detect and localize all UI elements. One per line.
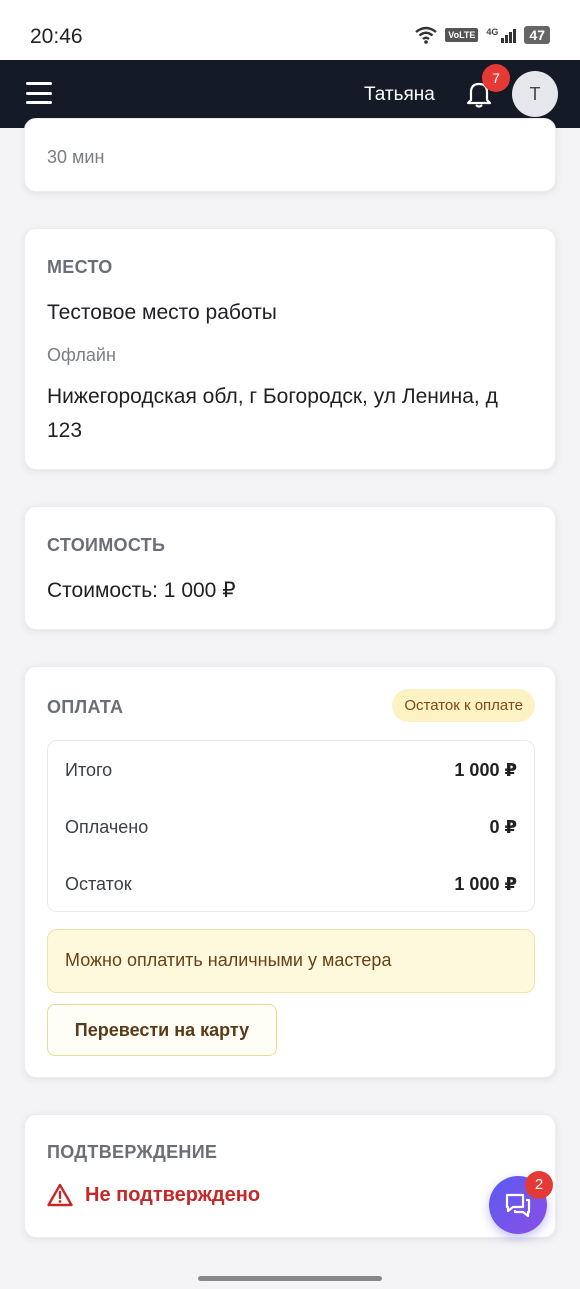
confirmation-status: Не подтверждено	[47, 1183, 260, 1207]
place-name: Тестовое место работы	[47, 301, 277, 324]
transfer-to-card-button[interactable]: Перевести на карту	[47, 1004, 277, 1056]
summary-row-paid: Оплачено 0 ₽	[65, 817, 517, 841]
payment-status-badge: Остаток к оплате	[392, 689, 535, 722]
price-card: СТОИМОСТЬ Стоимость: 1 000 ₽	[24, 506, 556, 630]
summary-row-total: Итого 1 000 ₽	[65, 760, 517, 784]
place-mode: Офлайн	[47, 345, 116, 365]
network-type: 4G	[486, 27, 499, 37]
duration-value: 30 мин	[47, 147, 105, 167]
confirmation-card: ПОДТВЕРЖДЕНИЕ Не подтверждено	[24, 1114, 556, 1238]
confirmation-section-title: ПОДТВЕРЖДЕНИЕ	[47, 1142, 218, 1162]
place-section-title: МЕСТО	[47, 257, 113, 277]
summary-value: 1 000 ₽	[454, 874, 517, 894]
status-icons: VoLTE 4G 47	[415, 26, 550, 44]
summary-value: 0 ₽	[489, 817, 517, 837]
payment-card: ОПЛАТА Остаток к оплате Итого 1 000 ₽ Оп…	[24, 666, 556, 1078]
status-time: 20:46	[30, 25, 83, 48]
notifications-badge: 7	[482, 64, 510, 92]
wifi-icon	[415, 26, 437, 44]
signal-icon: 4G	[486, 27, 517, 43]
summary-label: Оплачено	[65, 817, 149, 837]
summary-value: 1 000 ₽	[454, 760, 517, 780]
payment-section-title: ОПЛАТА	[47, 697, 124, 717]
summary-row-remaining: Остаток 1 000 ₽	[65, 874, 517, 898]
summary-label: Итого	[65, 760, 113, 780]
place-address: Нижегородская обл, г Богородск, ул Ленин…	[47, 385, 498, 442]
summary-label: Остаток	[65, 874, 132, 894]
user-name[interactable]: Татьяна	[364, 84, 435, 106]
avatar[interactable]: Т	[512, 71, 558, 117]
battery-indicator: 47	[524, 26, 550, 44]
chat-icon	[505, 1193, 531, 1218]
price-text: Стоимость: 1 000 ₽	[47, 579, 236, 602]
cash-payment-notice: Можно оплатить наличными у мастера	[47, 929, 535, 993]
place-card: МЕСТО Тестовое место работы Офлайн Нижег…	[24, 228, 556, 470]
status-bar: 20:46 VoLTE 4G 47	[0, 0, 580, 60]
chat-unread-badge: 2	[525, 1171, 553, 1199]
duration-card: 30 мин	[24, 118, 556, 192]
gesture-bar	[198, 1276, 382, 1281]
volte-indicator: VoLTE	[445, 28, 479, 42]
confirmation-status-text: Не подтверждено	[85, 1183, 261, 1206]
menu-icon[interactable]	[26, 82, 52, 104]
price-section-title: СТОИМОСТЬ	[47, 535, 166, 555]
warning-icon	[47, 1183, 73, 1207]
payment-summary: Итого 1 000 ₽ Оплачено 0 ₽ Остаток 1 000…	[47, 740, 535, 912]
